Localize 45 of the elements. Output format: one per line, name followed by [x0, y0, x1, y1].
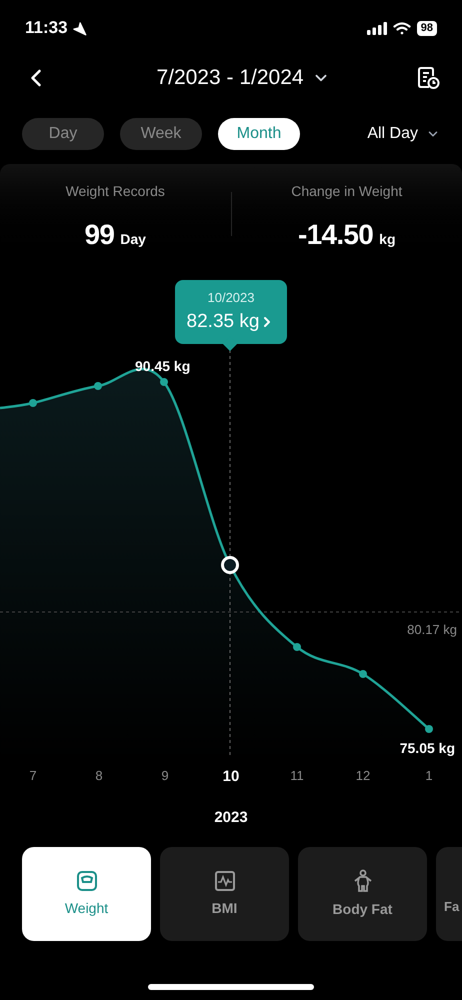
stat-unit: kg [379, 230, 396, 249]
tooltip-period: 10/2023 [208, 289, 254, 307]
report-history-button[interactable] [416, 66, 440, 90]
data-point[interactable] [160, 378, 168, 386]
min-weight-label: 75.05 kg [400, 739, 455, 758]
data-point[interactable] [94, 382, 102, 390]
data-point[interactable] [425, 725, 433, 733]
location-arrow-icon [72, 20, 87, 36]
time-filter-dropdown[interactable]: All Day [367, 122, 440, 146]
date-range-selector[interactable]: 7/2023 - 1/2024 [156, 62, 330, 94]
data-point[interactable] [293, 643, 301, 651]
stat-label: Weight Records [66, 182, 165, 201]
range-tab[interactable]: Week [120, 118, 202, 150]
body-icon [352, 868, 374, 892]
pulse-monitor-icon [214, 870, 236, 892]
selected-data-point[interactable] [221, 556, 239, 574]
range-tab[interactable]: Day [22, 118, 104, 150]
signal-icon [366, 22, 387, 34]
stat-value: -14.50 [298, 218, 374, 252]
data-point[interactable] [359, 670, 367, 678]
x-axis-label: 9 [160, 767, 170, 785]
year-label: 2023 [214, 808, 248, 828]
status-time: 11:33 [25, 17, 68, 40]
stat-unit: Day [120, 230, 146, 249]
wifi-icon [392, 22, 411, 34]
x-axis-label: 1 [424, 767, 434, 785]
x-axis-label: 12 [354, 767, 372, 785]
x-axis-label: 8 [94, 767, 104, 785]
stat-value: 99 [84, 218, 114, 252]
x-axis-label: 11 [289, 767, 305, 785]
x-axis-label: 10 [222, 767, 240, 787]
tooltip[interactable]: 10/2023 82.35 kg [175, 280, 287, 344]
range-tab[interactable]: Month [218, 118, 300, 150]
metric-card[interactable]: Weight [22, 847, 151, 941]
data-point[interactable] [29, 399, 37, 407]
metric-card[interactable]: Body Fat [298, 847, 427, 941]
x-axis-label: 7 [28, 767, 38, 785]
battery-level: 98 [416, 20, 437, 36]
metric-card[interactable]: Fa [436, 847, 462, 941]
tooltip-value: 82.35 kg [186, 310, 260, 334]
max-weight-label: 90.45 kg [135, 357, 190, 376]
average-weight-label: 80.17 kg [407, 621, 457, 639]
stat-label: Change in Weight [291, 182, 402, 201]
scale-icon [76, 870, 98, 892]
metric-card[interactable]: BMI [160, 847, 289, 941]
